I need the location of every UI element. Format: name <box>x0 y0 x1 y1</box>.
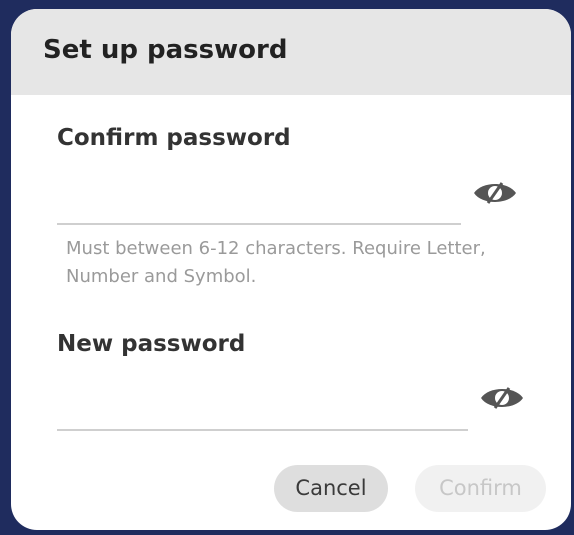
password-requirements-hint: Must between 6-12 characters. Require Le… <box>66 238 486 287</box>
confirm-button[interactable]: Confirm <box>415 465 546 512</box>
cancel-button[interactable]: Cancel <box>274 465 388 512</box>
confirm-password-underline <box>57 223 461 225</box>
new-password-underline <box>57 429 468 431</box>
password-dialog: Set up password Confirm password Must be… <box>11 9 571 530</box>
eye-slash-icon <box>481 387 523 409</box>
confirm-password-input[interactable] <box>57 187 457 217</box>
confirm-password-label: Confirm password <box>57 125 291 151</box>
new-password-label: New password <box>57 331 246 357</box>
eye-slash-icon <box>474 182 516 204</box>
dialog-header: Set up password <box>11 9 571 95</box>
new-password-input[interactable] <box>57 393 457 423</box>
confirm-password-visibility-toggle[interactable] <box>472 178 518 208</box>
dialog-title: Set up password <box>43 35 288 65</box>
new-password-visibility-toggle[interactable] <box>479 383 525 413</box>
